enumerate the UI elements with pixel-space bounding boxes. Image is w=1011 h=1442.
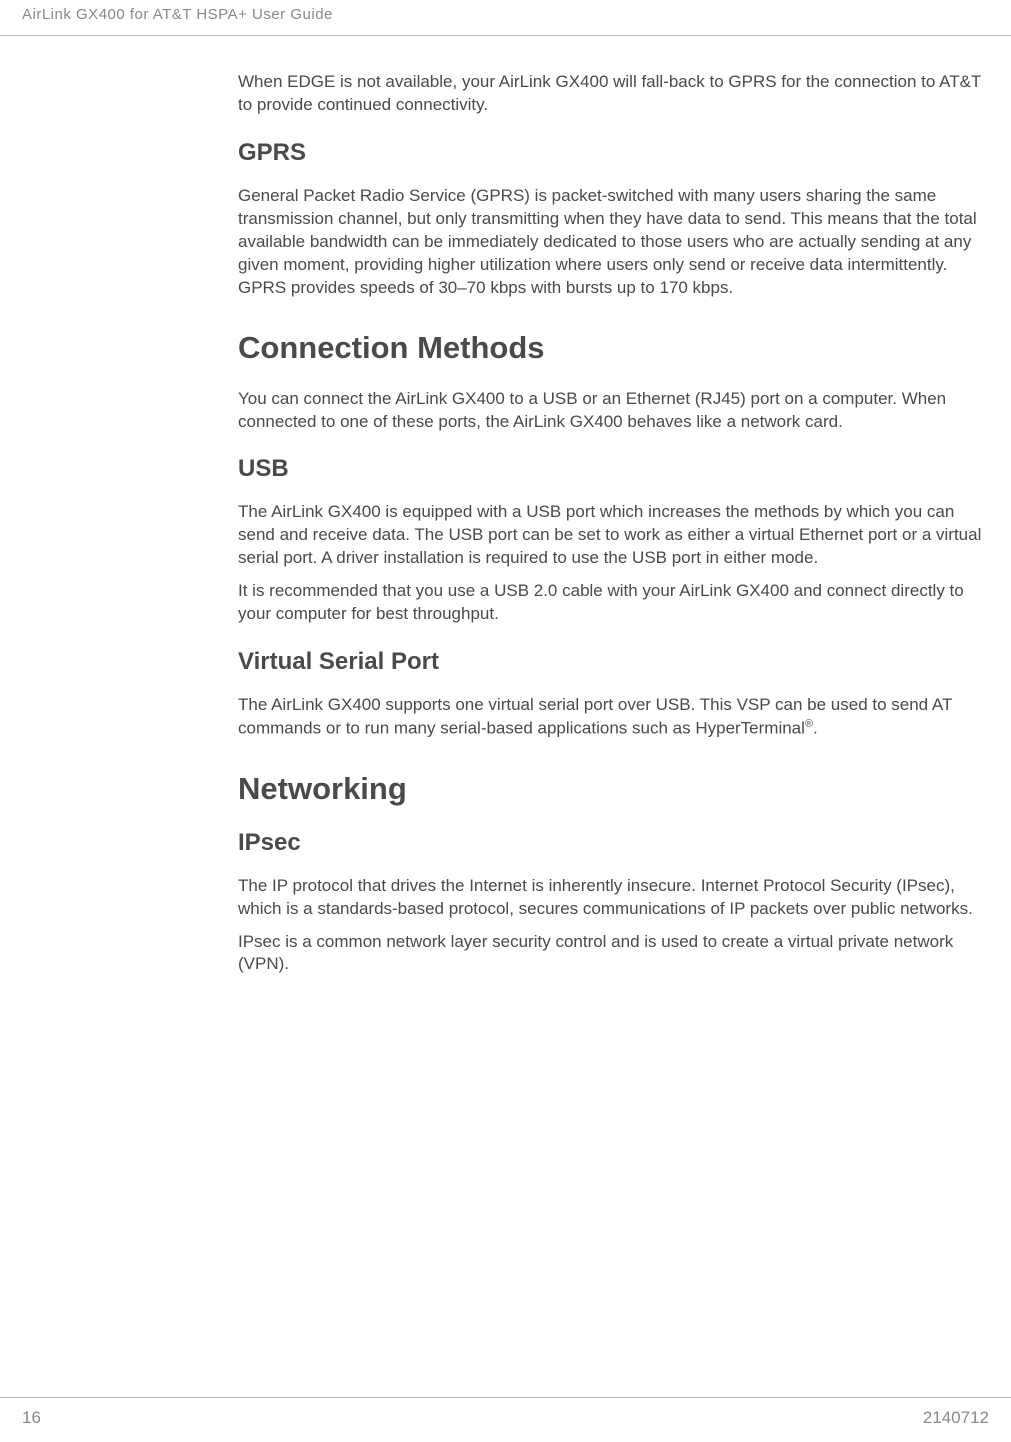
- vsp-paragraph: The AirLink GX400 supports one virtual s…: [238, 694, 989, 741]
- ipsec-paragraph-1: The IP protocol that drives the Internet…: [238, 875, 989, 921]
- usb-paragraph-2: It is recommended that you use a USB 2.0…: [238, 580, 989, 626]
- header-title: AirLink GX400 for AT&T HSPA+ User Guide: [22, 6, 989, 23]
- heading-usb: USB: [238, 455, 989, 483]
- intro-paragraph: When EDGE is not available, your AirLink…: [238, 71, 989, 117]
- page-content: When EDGE is not available, your AirLink…: [0, 71, 1011, 976]
- heading-connection-methods: Connection Methods: [238, 330, 989, 366]
- vsp-text-prefix: The AirLink GX400 supports one virtual s…: [238, 695, 952, 738]
- document-number: 2140712: [923, 1408, 989, 1428]
- page-number: 16: [22, 1408, 41, 1428]
- page-header: AirLink GX400 for AT&T HSPA+ User Guide: [0, 6, 1011, 36]
- gprs-paragraph: General Packet Radio Service (GPRS) is p…: [238, 185, 989, 300]
- heading-gprs: GPRS: [238, 139, 989, 167]
- ipsec-paragraph-2: IPsec is a common network layer security…: [238, 931, 989, 977]
- usb-paragraph-1: The AirLink GX400 is equipped with a USB…: [238, 501, 989, 570]
- heading-virtual-serial-port: Virtual Serial Port: [238, 648, 989, 676]
- vsp-text-suffix: .: [813, 719, 818, 738]
- heading-ipsec: IPsec: [238, 829, 989, 857]
- connection-methods-paragraph: You can connect the AirLink GX400 to a U…: [238, 388, 989, 434]
- heading-networking: Networking: [238, 771, 989, 807]
- page-footer: 16 2140712: [0, 1397, 1011, 1428]
- registered-symbol: ®: [805, 718, 813, 730]
